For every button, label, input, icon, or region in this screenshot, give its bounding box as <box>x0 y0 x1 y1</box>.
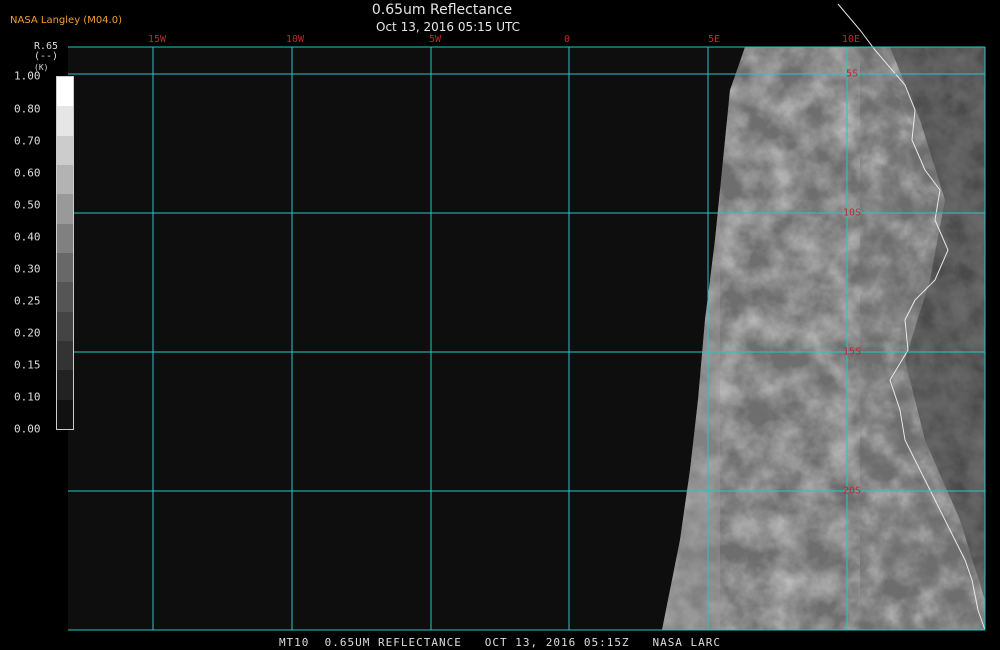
colorbar-label: 0.60 <box>14 166 41 180</box>
colorbar-label: 0.30 <box>14 262 41 276</box>
colorbar-step <box>57 399 73 429</box>
colorbar-label: 0.50 <box>14 198 41 212</box>
colorbar-label: 0.00 <box>14 422 41 436</box>
colorbar-step <box>57 223 73 253</box>
datetime-label: Oct 13, 2016 05:15 UTC <box>376 20 520 34</box>
lat-label-15s: 15S <box>842 346 862 358</box>
satellite-map <box>68 3 986 631</box>
colorbar-step <box>57 370 73 400</box>
lon-label-15w: 15W <box>147 34 167 45</box>
lat-label-20s: 20S <box>842 485 862 497</box>
colorbar-label: 0.70 <box>14 134 41 148</box>
colorbar-step <box>57 311 73 341</box>
colorbar-title: R.65 (--) <box>34 42 58 62</box>
colorbar-step <box>57 77 73 107</box>
lat-label-10s: 10S <box>842 207 862 219</box>
colorbar <box>56 76 74 430</box>
colorbar-step <box>57 282 73 312</box>
colorbar-step <box>57 164 73 195</box>
colorbar-label: 0.15 <box>14 358 41 372</box>
lat-label-5s: 5S <box>845 68 859 80</box>
colorbar-units: (--) <box>34 51 59 62</box>
lon-label-0: 0 <box>563 34 571 45</box>
colorbar-label: 0.10 <box>14 390 41 404</box>
colorbar-step <box>57 252 73 283</box>
lon-label-5e: 5E <box>707 34 721 45</box>
lon-label-5w: 5W <box>428 34 442 45</box>
colorbar-label: 1.00 <box>14 69 41 83</box>
lon-label-10w: 10W <box>285 34 305 45</box>
colorbar-label: 0.25 <box>14 294 41 308</box>
colorbar-step <box>57 194 73 224</box>
colorbar-step <box>57 135 73 165</box>
colorbar-label: 0.80 <box>14 102 41 116</box>
colorbar-step <box>57 106 73 136</box>
lon-label-10e: 10E <box>841 34 861 45</box>
colorbar-label: 0.40 <box>14 230 41 244</box>
page-title: 0.65um Reflectance <box>371 2 513 18</box>
colorbar-step <box>57 340 73 371</box>
colorbar-label: 0.20 <box>14 326 41 340</box>
footer-caption: MT10 0.65UM REFLECTANCE OCT 13, 2016 05:… <box>278 636 722 649</box>
